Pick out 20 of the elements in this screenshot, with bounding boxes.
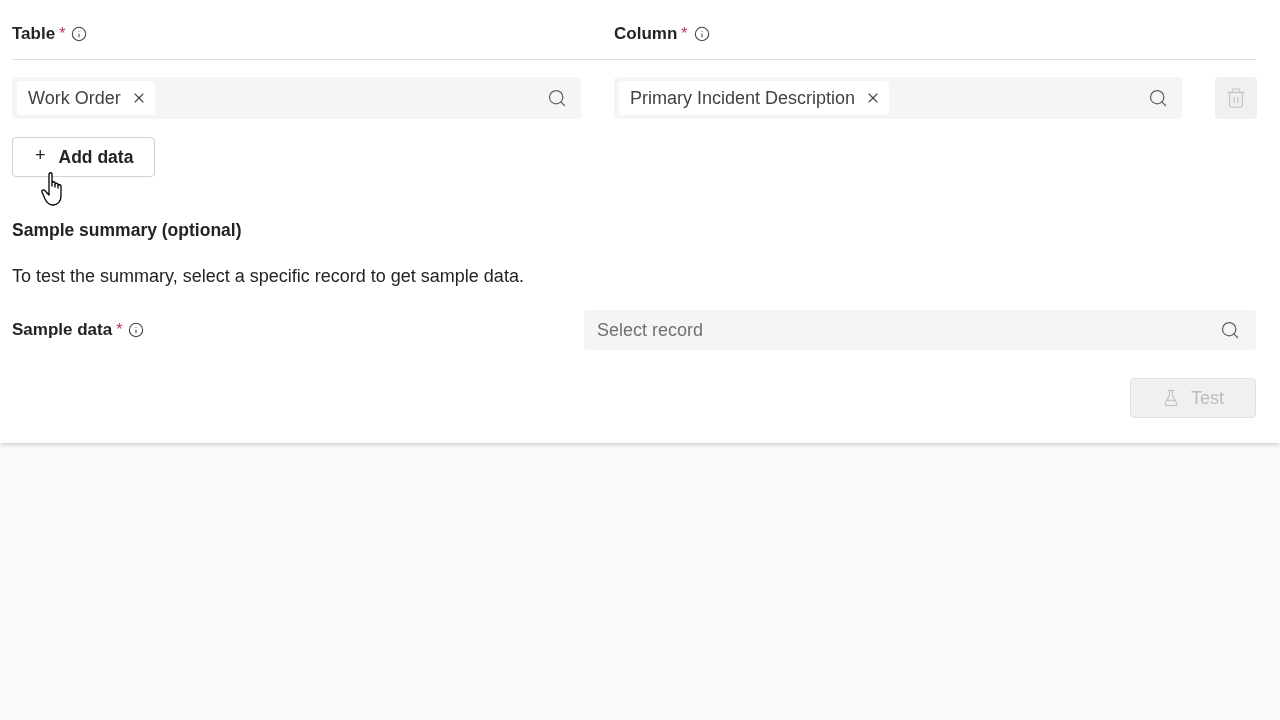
field-label: Column [614, 23, 678, 45]
search-icon [1220, 320, 1240, 340]
field-label: Sample data [12, 319, 113, 341]
field-label: Table [12, 23, 56, 45]
required-asterisk: * [59, 24, 66, 44]
section-description: To test the summary, select a specific record to get sample data. [12, 265, 525, 287]
trash-icon [1225, 87, 1247, 109]
chip-label: Work Order [28, 87, 121, 109]
required-asterisk: * [681, 24, 688, 44]
flask-icon [1162, 389, 1180, 407]
info-icon[interactable] [128, 322, 145, 338]
chip-label: Primary Incident Description [630, 87, 856, 109]
info-icon[interactable] [693, 26, 710, 42]
add-data-button[interactable]: + Add data [12, 137, 155, 177]
section-title: Sample summary (optional) [12, 219, 243, 241]
required-asterisk: * [116, 320, 123, 340]
search-icon [1148, 88, 1168, 108]
info-icon[interactable] [71, 26, 88, 42]
record-search-field[interactable]: Select record [584, 310, 1256, 350]
search-icon [547, 88, 567, 108]
